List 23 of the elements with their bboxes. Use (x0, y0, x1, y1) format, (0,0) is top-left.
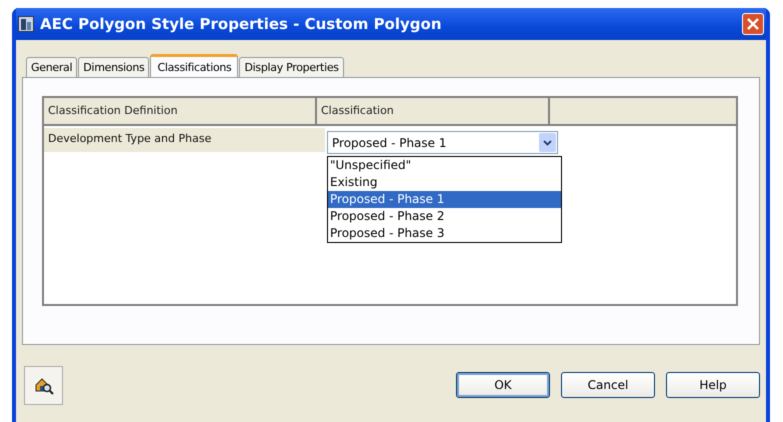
app-icon (18, 16, 34, 32)
dropdown-option[interactable]: Proposed - Phase 3 (328, 225, 561, 242)
dropdown-option[interactable]: Proposed - Phase 1 (328, 191, 561, 208)
tab[interactable]: Dimensions (78, 57, 150, 77)
tab[interactable]: Display Properties (239, 57, 344, 77)
dropdown-option[interactable]: "Unspecified" (328, 157, 561, 174)
dropdown-option[interactable]: Existing (328, 174, 561, 191)
tab[interactable]: General (26, 57, 78, 77)
dialog-button[interactable]: OK (456, 372, 550, 398)
dialog-button[interactable]: Help (666, 372, 760, 398)
find-button[interactable] (24, 366, 63, 405)
column-header: Classification Definition (44, 98, 317, 124)
tab[interactable]: Classifications (150, 54, 238, 77)
window-title: AEC Polygon Style Properties - Custom Polygon (40, 15, 443, 33)
dropdown-option[interactable]: Proposed - Phase 2 (328, 208, 561, 225)
close-button[interactable] (742, 13, 764, 35)
close-icon (747, 18, 759, 30)
dialog-button[interactable]: Cancel (561, 372, 655, 398)
table-cell: Development Type and Phase (44, 128, 325, 152)
chevron-icon (543, 140, 552, 146)
house-magnifier-icon (34, 376, 54, 396)
classification-dropdown[interactable]: Proposed - Phase 1 (327, 131, 558, 154)
column-header: Classification (317, 98, 550, 124)
